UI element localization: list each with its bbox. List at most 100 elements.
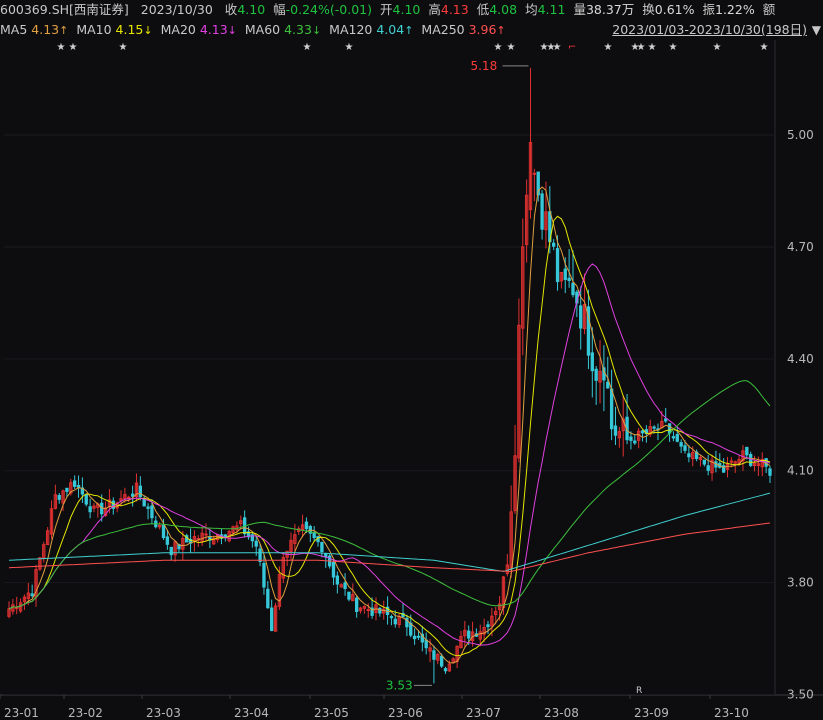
event-star-icon[interactable]: ★ [119,42,128,53]
ma-legend-item[interactable]: MA250 3.96↑ [421,20,505,40]
event-star-icon[interactable]: ★ [760,42,769,53]
quote-item: 幅-0.24%(-0.01) [273,0,372,20]
candle-body [84,494,88,505]
candle-body [335,575,340,585]
event-star-icon[interactable]: ★ [604,42,613,53]
ma-legend-item[interactable]: MA60 4.33↓ [245,20,321,40]
ma-legend-item[interactable]: MA120 4.04↑ [329,20,413,40]
candle [335,571,340,594]
candle [436,652,440,665]
candle [721,458,726,473]
candle [517,298,521,463]
candle-body [270,607,274,631]
ma-legend-item[interactable]: MA20 4.13↓ [161,20,237,40]
event-star-icon[interactable]: ★ [494,42,503,53]
candle-body [671,436,676,439]
ma-legend-items: MA5 4.13↑ MA10 4.15↓ MA20 4.13↓ MA60 4.33↓ M… [0,22,514,37]
quote-date: 2023/10/30 [140,2,213,17]
ma-legend-name: MA120 [329,22,377,37]
candle [606,356,610,389]
candle-body [57,495,61,500]
candle-body [590,352,594,372]
candle-body [633,440,637,444]
event-star-icon[interactable]: ★ [345,42,354,53]
arrow-down-icon: ↓ [227,24,237,37]
candle-body [65,487,69,492]
candle [154,515,158,529]
ma-legend-name: MA250 [421,22,469,37]
candle-body [664,418,668,422]
candlestick-chart[interactable]: 5.004.704.404.103.803.505.183.53★ ★ ★ ★ ★ ★ ★ ★… [0,40,823,720]
candle-body [73,480,77,487]
x-tick-label: 23-05 [314,706,349,720]
event-star-icon[interactable]: ★ [553,42,562,53]
quote-value: 38.37万 [585,2,635,17]
candle [347,591,351,602]
candle [273,602,278,632]
ma-legend-name: MA10 [76,22,116,37]
r-marker: R [636,686,642,696]
stock-symbol[interactable]: 600369.SH[西南证券] [0,0,129,20]
candle [157,521,162,530]
candle [196,535,200,548]
quote-label: 开 [380,2,393,17]
event-star-icon[interactable]: ★ [69,42,78,53]
quote-item: 开4.10 [380,0,420,20]
event-star-icon[interactable]: ★ [637,42,646,53]
candle [297,526,301,535]
ma250-line [8,522,771,573]
candle [590,327,594,398]
event-star-icon[interactable]: ★ [57,42,66,53]
max-price-label: 5.18 [470,59,497,73]
candle [320,541,324,558]
candle [463,620,467,647]
candle [528,67,533,219]
candle [567,249,571,288]
candle [281,552,285,583]
candle-body [571,282,575,296]
event-flag-icon: ⌐ [568,42,576,53]
candle-body [439,655,444,667]
candle [84,493,88,507]
x-tick-label: 23-04 [234,706,269,720]
quote-label: 收 [224,2,238,17]
date-range-selector[interactable]: 2023/01/03-2023/10/30(198日) [608,20,807,40]
candle [45,527,50,546]
ma-legend-name: MA60 [244,22,285,37]
x-tick-label: 23-02 [68,706,103,720]
candle [598,340,602,404]
ma-legend-name: MA5 [0,22,32,37]
candle [389,614,394,626]
candle [559,271,564,289]
chevron-down-icon[interactable]: ▼ [812,20,821,40]
candle [455,645,459,669]
candle [88,498,92,519]
candle [540,189,544,240]
event-star-icon[interactable]: ★ [669,42,678,53]
event-star-icon[interactable]: ★ [648,42,657,53]
candle-body [702,459,706,465]
quote-info-bar: 600369.SH[西南证券] 2023/10/30 收4.10 幅-0.24%(… [0,0,823,20]
candle [200,526,204,546]
candle [138,476,143,501]
candle-body [532,172,537,175]
ma-legend-item[interactable]: MA5 4.13↑ [0,20,68,40]
candle-body [629,436,633,441]
event-star-icon[interactable]: ★ [303,42,312,53]
event-star-icon[interactable]: ★ [713,42,722,53]
candle-body [165,536,170,545]
candle [714,450,718,473]
candle [343,573,347,596]
candle [586,289,591,370]
candle [134,473,139,502]
candle [741,445,745,471]
ma-legend-item[interactable]: MA10 4.15↓ [76,20,152,40]
x-tick-label: 23-01 [4,706,39,720]
event-star-icon[interactable]: ★ [507,42,516,53]
candle [405,614,409,637]
candle-body [563,268,567,281]
candle-body [667,423,672,434]
candle [22,594,27,610]
quote-value: 4.11 [537,2,566,17]
candle-body [366,609,370,612]
